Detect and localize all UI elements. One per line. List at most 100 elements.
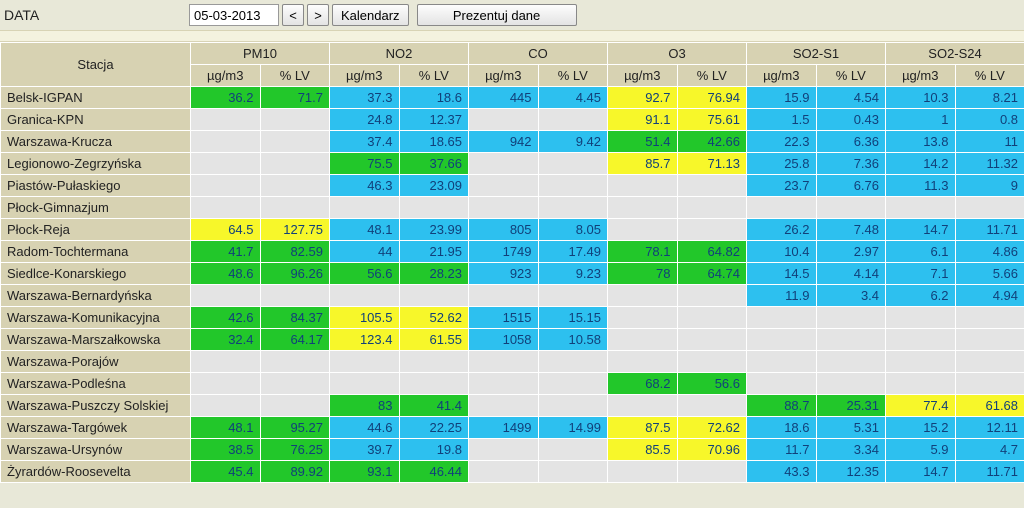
value-cell bbox=[191, 373, 261, 395]
table-row: Piastów-Pułaskiego46.323.0923.76.7611.39 bbox=[1, 175, 1024, 197]
value-cell bbox=[330, 351, 400, 373]
value-cell bbox=[538, 175, 608, 197]
value-cell: 5.9 bbox=[886, 439, 956, 461]
value-cell: 10.58 bbox=[538, 329, 608, 351]
value-cell bbox=[608, 395, 678, 417]
header-unit: µg/m3 bbox=[330, 65, 400, 87]
value-cell: 17.49 bbox=[538, 241, 608, 263]
value-cell bbox=[538, 285, 608, 307]
value-cell: 87.5 bbox=[608, 417, 678, 439]
value-cell bbox=[260, 395, 330, 417]
date-input[interactable] bbox=[189, 4, 279, 26]
table-row: Płock-Gimnazjum bbox=[1, 197, 1024, 219]
value-cell bbox=[886, 307, 956, 329]
header-o3: O3 bbox=[608, 43, 747, 65]
present-data-button[interactable]: Prezentuj dane bbox=[417, 4, 577, 26]
table-row: Legionowo-Zegrzyńska75.537.6685.771.1325… bbox=[1, 153, 1024, 175]
value-cell bbox=[955, 197, 1024, 219]
value-cell bbox=[816, 351, 886, 373]
table-row: Granica-KPN24.812.3791.175.611.50.4310.8 bbox=[1, 109, 1024, 131]
value-cell: 7.48 bbox=[816, 219, 886, 241]
header-station: Stacja bbox=[1, 43, 191, 87]
value-cell: 75.5 bbox=[330, 153, 400, 175]
value-cell: 11.3 bbox=[886, 175, 956, 197]
value-cell: 11.71 bbox=[955, 219, 1024, 241]
value-cell: 68.2 bbox=[608, 373, 678, 395]
value-cell: 64.74 bbox=[677, 263, 747, 285]
next-date-button[interactable]: > bbox=[307, 4, 329, 26]
value-cell: 61.68 bbox=[955, 395, 1024, 417]
prev-date-button[interactable]: < bbox=[282, 4, 304, 26]
value-cell bbox=[608, 285, 678, 307]
table-row: Belsk-IGPAN36.271.737.318.64454.4592.776… bbox=[1, 87, 1024, 109]
value-cell: 23.7 bbox=[747, 175, 817, 197]
value-cell bbox=[399, 373, 469, 395]
value-cell bbox=[677, 461, 747, 483]
value-cell: 14.99 bbox=[538, 417, 608, 439]
header-so2-s1: SO2-S1 bbox=[747, 43, 886, 65]
value-cell: 41.4 bbox=[399, 395, 469, 417]
value-cell bbox=[469, 109, 539, 131]
value-cell: 23.09 bbox=[399, 175, 469, 197]
value-cell: 21.95 bbox=[399, 241, 469, 263]
value-cell: 25.31 bbox=[816, 395, 886, 417]
toolbar: DATA < > Kalendarz Prezentuj dane bbox=[0, 0, 1024, 30]
calendar-button[interactable]: Kalendarz bbox=[332, 4, 409, 26]
value-cell: 7.1 bbox=[886, 263, 956, 285]
value-cell bbox=[677, 395, 747, 417]
value-cell bbox=[608, 329, 678, 351]
value-cell: 18.6 bbox=[399, 87, 469, 109]
station-name: Warszawa-Puszczy Solskiej bbox=[1, 395, 191, 417]
value-cell: 4.54 bbox=[816, 87, 886, 109]
value-cell bbox=[538, 153, 608, 175]
header-no2: NO2 bbox=[330, 43, 469, 65]
value-cell bbox=[191, 153, 261, 175]
value-cell bbox=[330, 197, 400, 219]
value-cell bbox=[469, 373, 539, 395]
value-cell bbox=[538, 395, 608, 417]
table-row: Warszawa-Komunikacyjna42.684.37105.552.6… bbox=[1, 307, 1024, 329]
value-cell: 32.4 bbox=[191, 329, 261, 351]
value-cell: 25.8 bbox=[747, 153, 817, 175]
value-cell: 805 bbox=[469, 219, 539, 241]
value-cell: 38.5 bbox=[191, 439, 261, 461]
value-cell: 45.4 bbox=[191, 461, 261, 483]
value-cell: 24.8 bbox=[330, 109, 400, 131]
value-cell: 71.7 bbox=[260, 87, 330, 109]
value-cell bbox=[955, 329, 1024, 351]
value-cell bbox=[260, 351, 330, 373]
value-cell: 7.36 bbox=[816, 153, 886, 175]
value-cell: 14.7 bbox=[886, 461, 956, 483]
value-cell: 52.62 bbox=[399, 307, 469, 329]
table-row: Warszawa-Puszczy Solskiej8341.488.725.31… bbox=[1, 395, 1024, 417]
value-cell: 105.5 bbox=[330, 307, 400, 329]
value-cell: 13.8 bbox=[886, 131, 956, 153]
value-cell: 46.3 bbox=[330, 175, 400, 197]
value-cell: 88.7 bbox=[747, 395, 817, 417]
value-cell bbox=[191, 197, 261, 219]
value-cell: 10.4 bbox=[747, 241, 817, 263]
value-cell: 14.2 bbox=[886, 153, 956, 175]
table-row: Warszawa-Marszałkowska32.464.17123.461.5… bbox=[1, 329, 1024, 351]
value-cell: 71.13 bbox=[677, 153, 747, 175]
value-cell bbox=[886, 329, 956, 351]
value-cell: 91.1 bbox=[608, 109, 678, 131]
header-pctlv: % LV bbox=[260, 65, 330, 87]
value-cell: 12.37 bbox=[399, 109, 469, 131]
value-cell: 923 bbox=[469, 263, 539, 285]
value-cell: 15.15 bbox=[538, 307, 608, 329]
value-cell: 39.7 bbox=[330, 439, 400, 461]
value-cell bbox=[469, 197, 539, 219]
value-cell bbox=[747, 329, 817, 351]
value-cell bbox=[469, 461, 539, 483]
header-unit: µg/m3 bbox=[469, 65, 539, 87]
value-cell bbox=[747, 351, 817, 373]
value-cell bbox=[330, 373, 400, 395]
value-cell: 3.4 bbox=[816, 285, 886, 307]
value-cell bbox=[816, 307, 886, 329]
value-cell: 19.8 bbox=[399, 439, 469, 461]
table-header: Stacja PM10 NO2 CO O3 SO2-S1 SO2-S24 µg/… bbox=[1, 43, 1024, 87]
value-cell bbox=[469, 351, 539, 373]
value-cell: 11 bbox=[955, 131, 1024, 153]
header-so2-s24: SO2-S24 bbox=[886, 43, 1024, 65]
